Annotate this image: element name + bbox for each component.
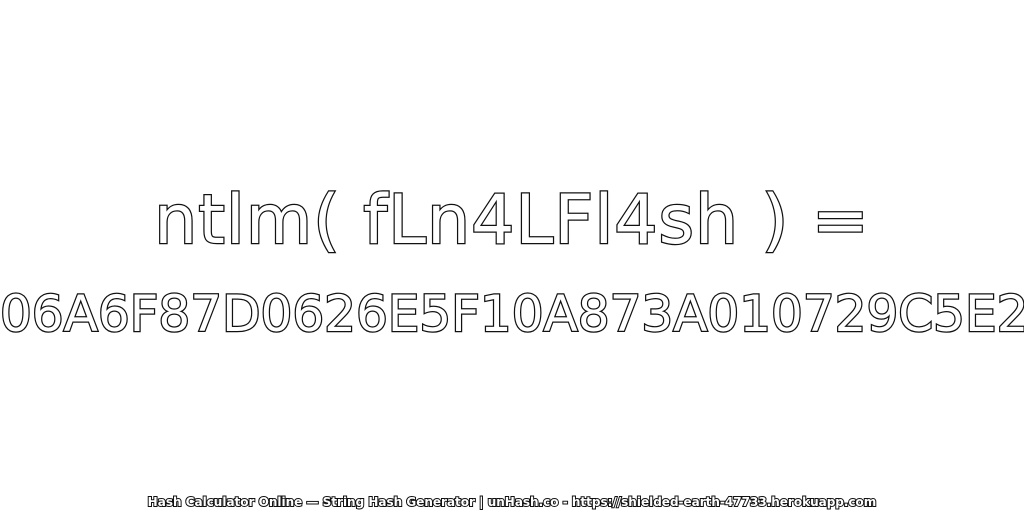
hash-value: 06A6F87D0626E5F10A873A010729C5E2 (0, 285, 1024, 343)
hash-result-image: ntlm( fLn4LFl4sh ) = 06A6F87D0626E5F10A8… (0, 0, 1024, 512)
hash-expression: ntlm( fLn4LFl4sh ) = (153, 181, 870, 260)
footer-credit: Hash Calculator Online — String Hash Gen… (147, 495, 878, 509)
